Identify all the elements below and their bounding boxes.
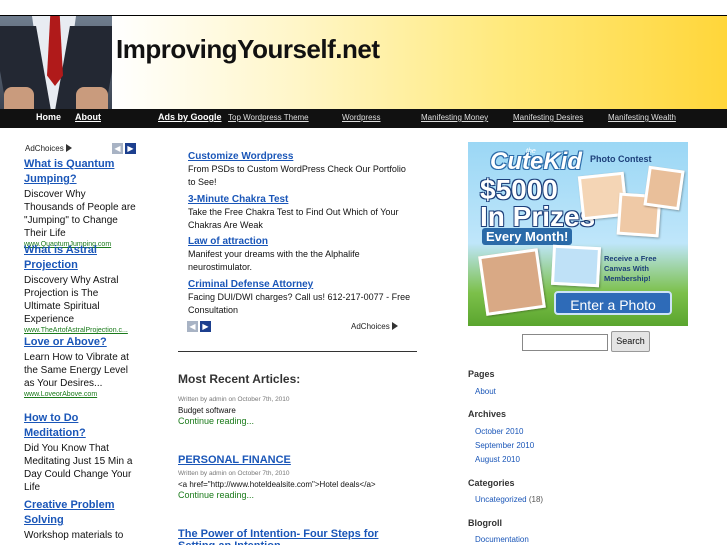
recent-articles-heading: Most Recent Articles: [178, 372, 301, 386]
archive-link[interactable]: October 2010 [475, 427, 523, 436]
canvas-photo [550, 244, 602, 288]
left-ad-desc: Workshop materials to [24, 530, 124, 541]
categories-heading: Categories [468, 478, 515, 488]
site-title[interactable]: ImprovingYourself.net [116, 34, 380, 65]
cutekid-promo-banner[interactable]: CuteKid the Photo Contest $5000 In Prize… [468, 142, 688, 326]
nav-ad-link[interactable]: Wordpress [342, 113, 381, 122]
nav-ad-link[interactable]: Manifesting Desires [513, 113, 583, 122]
promo-every-month: Every Month! [482, 228, 573, 245]
left-ad-url[interactable]: www.LoveorAbove.com [24, 391, 136, 398]
left-ad-title[interactable]: How to Do Meditation? [24, 411, 136, 441]
post-meta: Written by admin on October 7th, 2010 [178, 396, 290, 403]
category-count: (18) [528, 495, 544, 504]
blogroll-link[interactable]: Documentation [475, 535, 529, 544]
post-body: <a href="http://www.hoteldealsite.com">H… [178, 480, 376, 489]
blogroll-heading: Blogroll [468, 518, 502, 528]
archive-link[interactable]: August 2010 [475, 455, 520, 464]
center-ad-arrows: ◀ ▶ [187, 321, 213, 332]
ads-by-google[interactable]: Ads by Google [158, 112, 222, 122]
center-ad: Law of attraction Manifest your dreams w… [188, 235, 413, 274]
enter-photo-button[interactable]: Enter a Photo [554, 291, 672, 315]
archives-heading: Archives [468, 409, 507, 419]
center-ad-desc: From PSDs to Custom WordPress Check Our … [188, 164, 406, 187]
nav-home[interactable]: Home [36, 112, 61, 122]
left-ad-title[interactable]: Creative Problem Solving [24, 498, 136, 528]
adchoices-left[interactable]: AdChoices [25, 144, 72, 153]
left-ad: What is Quantum Jumping? Discover Why Th… [24, 157, 136, 248]
left-ad-title[interactable]: What is Quantum Jumping? [24, 157, 136, 187]
adchoices-center[interactable]: AdChoices [351, 322, 398, 331]
center-ad-title[interactable]: Law of attraction [188, 235, 413, 248]
divider [178, 351, 417, 352]
header-photo [0, 15, 112, 109]
post-meta: Written by admin on October 7th, 2010 [178, 470, 290, 477]
center-ad-desc: Take the Free Chakra Test to Find Out Wh… [188, 207, 399, 230]
promo-receive: Receive a Free Canvas With Membership! [604, 254, 657, 283]
left-ad: What is Astral Projection Discovery Why … [24, 243, 136, 334]
left-ad-desc: Did You Know That Meditating Just 15 Min… [24, 443, 133, 493]
center-ad: Criminal Defense Attorney Facing DUI/DWI… [188, 278, 413, 317]
center-ad: Customize Wordpress From PSDs to Custom … [188, 150, 413, 189]
adchoices-icon [65, 144, 72, 152]
main-nav: Home About Ads by Google Top Wordpress T… [0, 109, 727, 128]
category-link[interactable]: Uncategorized [475, 495, 527, 504]
center-ad-title[interactable]: Criminal Defense Attorney [188, 278, 413, 291]
prev-arrow-icon[interactable]: ◀ [187, 321, 198, 332]
left-ad: Creative Problem Solving Workshop materi… [24, 498, 136, 542]
child-photo [478, 248, 546, 316]
promo-the: the [526, 148, 536, 155]
pages-heading: Pages [468, 369, 495, 379]
nav-ad-link[interactable]: Manifesting Money [421, 113, 488, 122]
left-ad-desc: Discovery Why Astral Projection is The U… [24, 275, 119, 325]
next-arrow-icon[interactable]: ▶ [125, 143, 136, 154]
promo-brand: CuteKid [490, 148, 582, 175]
child-photo [643, 165, 685, 211]
center-ad-title[interactable]: Customize Wordpress [188, 150, 413, 163]
adchoices-label: AdChoices [351, 322, 390, 331]
category-item: Uncategorized (18) [475, 495, 543, 504]
left-ad-desc: Learn How to Vibrate at the Same Energy … [24, 352, 129, 389]
archive-link[interactable]: September 2010 [475, 441, 534, 450]
left-ad: How to Do Meditation? Did You Know That … [24, 411, 136, 494]
nav-about[interactable]: About [75, 112, 101, 122]
left-ad-url[interactable]: www.TheArtofAstralProjection.c... [24, 327, 136, 334]
adchoices-icon [391, 322, 398, 330]
search-input[interactable] [522, 334, 608, 351]
site-header: ImprovingYourself.net [0, 0, 727, 109]
search-button[interactable]: Search [611, 331, 650, 352]
promo-amount-line2: In Prizes [480, 201, 596, 232]
prev-arrow-icon[interactable]: ◀ [112, 143, 123, 154]
promo-contest: Photo Contest [590, 154, 652, 164]
center-ad: 3-Minute Chakra Test Take the Free Chakr… [188, 193, 413, 232]
adchoices-label: AdChoices [25, 144, 64, 153]
post-title[interactable]: The Power of Intention- Four Steps for S… [178, 528, 418, 545]
post-body: Budget software [178, 406, 236, 415]
nav-ad-link[interactable]: Manifesting Wealth [608, 113, 676, 122]
center-ad-desc: Facing DUI/DWI charges? Call us! 612-217… [188, 292, 411, 315]
center-ad-title[interactable]: 3-Minute Chakra Test [188, 193, 413, 206]
sidebar-item-about[interactable]: About [475, 387, 496, 396]
left-ad-title[interactable]: Love or Above? [24, 335, 136, 350]
post-title[interactable]: PERSONAL FINANCE [178, 454, 291, 466]
nav-ad-link[interactable]: Top Wordpress Theme [228, 113, 309, 122]
top-strip [0, 0, 727, 15]
left-ad-desc: Discover Why Thousands of People are "Ju… [24, 189, 136, 239]
left-ad-title[interactable]: What is Astral Projection [24, 243, 136, 273]
left-ad-arrows: ◀ ▶ [112, 143, 138, 154]
center-ad-desc: Manifest your dreams with the the Alphal… [188, 249, 360, 272]
left-ad: Love or Above? Learn How to Vibrate at t… [24, 335, 136, 398]
continue-reading-link[interactable]: Continue reading... [178, 416, 254, 426]
next-arrow-icon[interactable]: ▶ [200, 321, 211, 332]
continue-reading-link[interactable]: Continue reading... [178, 490, 254, 500]
